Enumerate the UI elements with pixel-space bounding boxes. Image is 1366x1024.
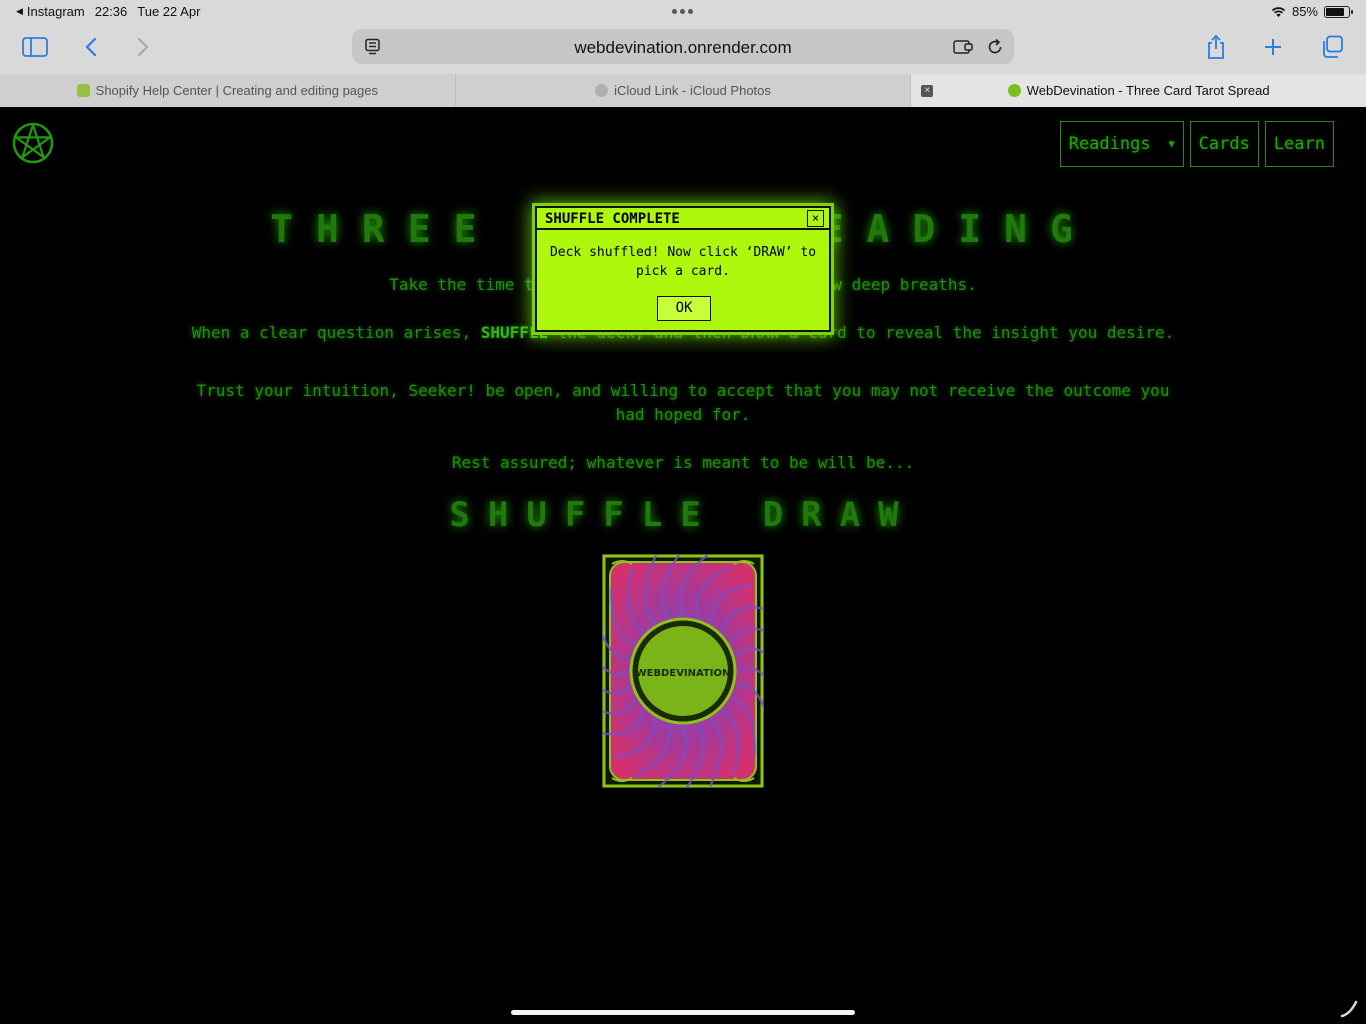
webdevination-favicon-icon [1007,84,1021,97]
tab-title: iCloud Link - iCloud Photos [614,83,771,98]
url-text[interactable]: webdevination.onrender.com [352,38,1014,58]
tab-webdevination[interactable]: × WebDevination - Three Card Tarot Sprea… [911,74,1366,107]
tarot-card-back[interactable]: WEBDEVINATION [602,554,764,788]
browser-toolbar: webdevination.onrender.com [0,24,1366,74]
dialog-header: SHUFFLE COMPLETE × [537,208,829,230]
deck-actions: SHUFFLE DRAW [0,495,1366,535]
back-app-label[interactable]: Instagram [27,4,85,19]
pentagram-logo-icon[interactable] [12,122,54,164]
battery-percent: 85% [1291,4,1318,19]
dialog-message: Deck shuffled! Now click ‘DRAW’ to pick … [549,245,817,279]
readings-label: Readings [1068,134,1151,154]
status-right: 85% [1271,4,1353,19]
home-indicator[interactable] [511,1010,855,1015]
back-to-app-icon[interactable]: ◀ [16,6,23,17]
shuffle-button[interactable]: SHUFFLE [449,495,718,535]
address-bar[interactable]: webdevination.onrender.com [352,29,1014,64]
status-bar: ◀ Instagram 22:36 Tue 22 Apr 85% [0,0,1366,24]
forward-chevron-icon[interactable] [126,32,160,62]
tab-shopify[interactable]: Shopify Help Center | Creating and editi… [0,74,456,107]
tab-strip: Shopify Help Center | Creating and editi… [0,74,1366,107]
readings-dropdown[interactable]: Readings ▼ [1059,121,1184,167]
wifi-icon [1271,6,1286,17]
learn-link[interactable]: Learn [1264,121,1334,167]
sidebar-icon[interactable] [18,32,52,62]
status-time: 22:36 [94,4,128,19]
tab-icloud[interactable]: iCloud Link - iCloud Photos [456,74,912,107]
card-back-title: WEBDEVINATION [636,668,731,679]
apple-favicon-icon [595,84,609,97]
shopify-favicon-icon [76,84,90,97]
tab-close-icon[interactable]: × [921,85,934,97]
tabs-overview-icon[interactable] [1315,32,1349,62]
tab-title: Shopify Help Center | Creating and editi… [95,83,378,98]
battery-icon [1324,5,1353,18]
draw-button[interactable]: DRAW [763,495,917,535]
dialog-title: SHUFFLE COMPLETE [545,211,680,227]
extension-icon[interactable] [952,36,974,58]
dialog-close-button[interactable]: × [807,210,824,227]
status-left: ◀ Instagram 22:36 Tue 22 Apr [16,4,200,19]
caret-down-icon: ▼ [1168,138,1175,150]
instruction-text-pre: When a clear question arises, [191,323,481,342]
back-chevron-icon[interactable] [74,32,108,62]
cards-link[interactable]: Cards [1189,121,1259,167]
share-icon[interactable] [1199,32,1233,62]
reload-icon[interactable] [984,36,1006,58]
main-nav: Readings ▼ Cards Learn [1059,121,1334,167]
pencil-hover-icon [1340,1000,1358,1018]
multitasking-dots-icon[interactable] [672,9,693,14]
status-date: Tue 22 Apr [137,4,201,19]
shuffle-complete-dialog: SHUFFLE COMPLETE × Deck shuffled! Now cl… [535,206,831,332]
closing-paragraph: Rest assured; whatever is meant to be wi… [451,453,915,472]
intuition-paragraph: Trust your intuition, Seeker! be open, a… [196,381,1170,424]
new-tab-plus-icon[interactable] [1256,32,1290,62]
dialog-ok-button[interactable]: OK [657,296,711,321]
tab-title: WebDevination - Three Card Tarot Spread [1026,83,1270,98]
